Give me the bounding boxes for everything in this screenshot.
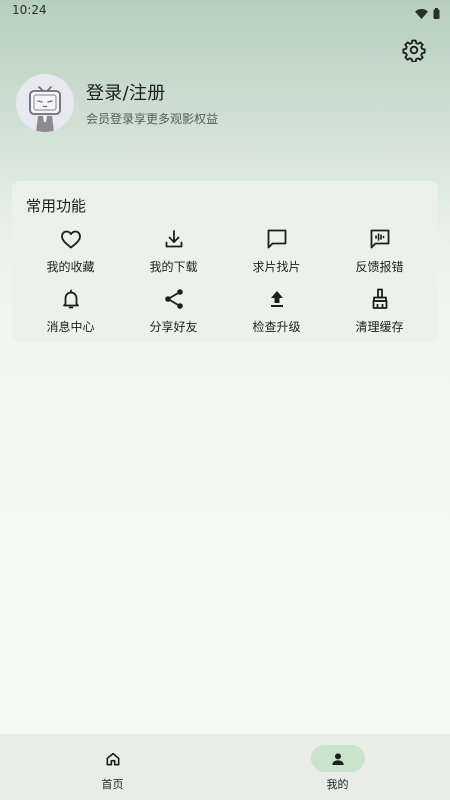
nav-home-pill (86, 745, 140, 772)
status-icons (415, 4, 440, 23)
heart-icon (59, 227, 83, 251)
func-label: 消息中心 (46, 320, 95, 334)
profile-text: 登录/注册 会员登录享更多观影权益 (86, 79, 218, 127)
share-button[interactable]: 分享好友 (122, 287, 225, 347)
favorites-button[interactable]: 我的收藏 (19, 227, 122, 287)
login-subtitle: 会员登录享更多观影权益 (86, 112, 219, 126)
share-icon (162, 287, 186, 311)
check-update-button[interactable]: 检查升级 (225, 287, 328, 347)
settings-button[interactable] (402, 38, 426, 63)
func-label: 我的收藏 (46, 260, 95, 274)
func-label: 分享好友 (149, 320, 198, 334)
upload-icon (265, 287, 289, 311)
nav-mine-label: 我的 (326, 778, 349, 791)
func-label: 我的下载 (149, 260, 198, 274)
avatar[interactable] (16, 74, 74, 132)
wifi-icon (415, 4, 428, 23)
person-icon (332, 752, 344, 765)
nav-mine[interactable]: 我的 (225, 734, 450, 800)
func-label: 求片找片 (252, 260, 301, 274)
func-label: 清理缓存 (355, 320, 404, 334)
tv-mascot-avatar (29, 86, 61, 132)
profile-section: 登录/注册 会员登录享更多观影权益 (16, 74, 218, 132)
nav-home[interactable]: 首页 (0, 734, 225, 800)
func-label: 反馈报错 (355, 260, 404, 274)
messages-button[interactable]: 消息中心 (19, 287, 122, 347)
feedback-icon (368, 227, 392, 251)
nav-home-label: 首页 (101, 778, 124, 791)
gear-icon (402, 39, 426, 63)
functions-grid: 我的收藏 我的下载 求片找片 反馈报错 消息中心 分享好友 检查升级 清理缓存 (19, 227, 431, 347)
card-title: 常用功能 (26, 197, 87, 215)
login-register-link[interactable]: 登录/注册 (86, 79, 218, 105)
bell-icon (59, 287, 83, 311)
status-time: 10:24 (12, 3, 47, 17)
broom-icon (368, 287, 392, 311)
func-label: 检查升级 (252, 320, 301, 334)
status-bar: 10:24 (0, 0, 450, 22)
home-icon (106, 752, 120, 765)
common-functions-card: 常用功能 我的收藏 我的下载 求片找片 反馈报错 消息中心 分享好友 检查升级 … (12, 181, 438, 343)
bottom-navigation: 首页 我的 (0, 734, 450, 800)
nav-mine-pill (311, 745, 365, 772)
downloads-button[interactable]: 我的下载 (122, 227, 225, 287)
feedback-button[interactable]: 反馈报错 (328, 227, 431, 287)
chat-bubble-icon (265, 227, 289, 251)
battery-icon (433, 4, 440, 23)
request-video-button[interactable]: 求片找片 (225, 227, 328, 287)
download-icon (162, 227, 186, 251)
clear-cache-button[interactable]: 清理缓存 (328, 287, 431, 347)
